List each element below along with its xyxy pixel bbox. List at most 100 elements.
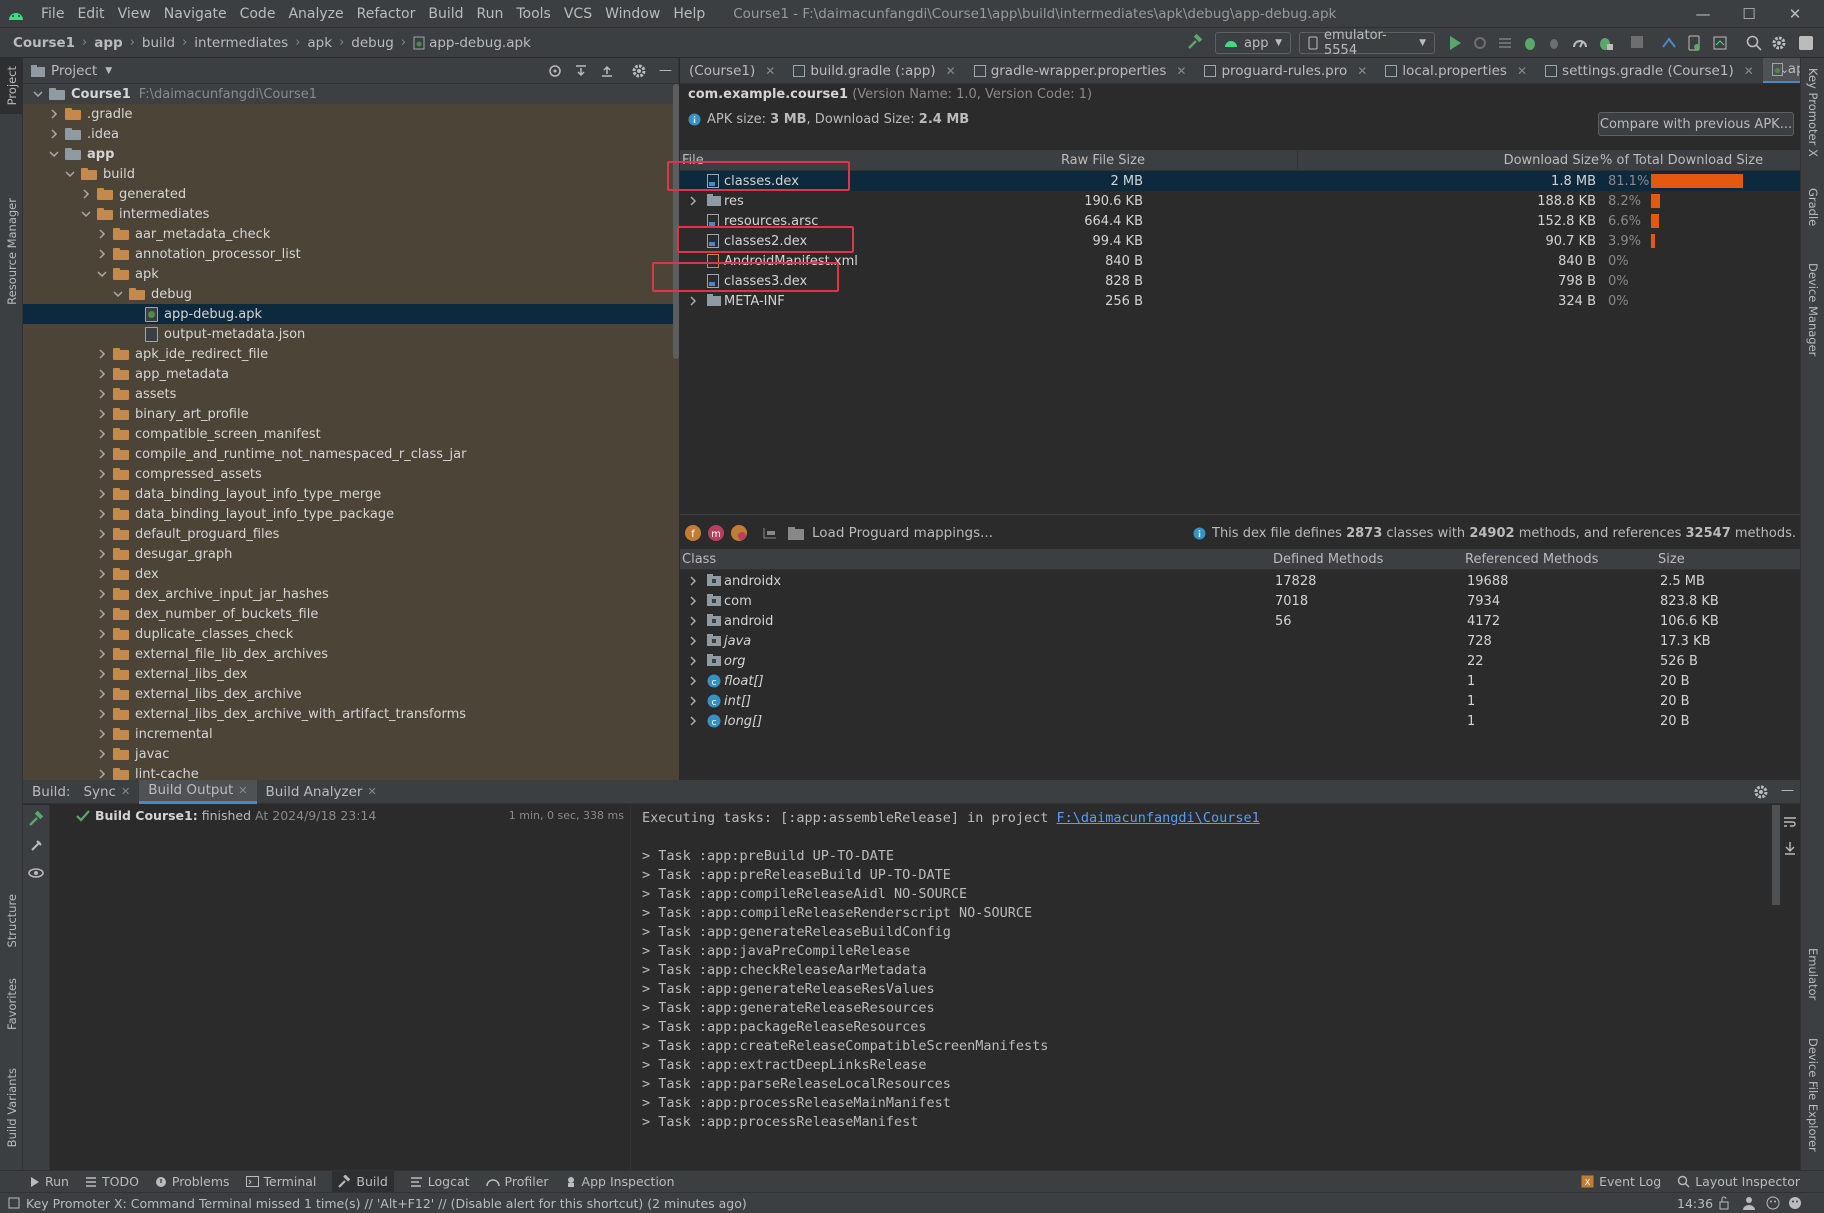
run-config-select[interactable]: app ▼ [1215,32,1291,54]
chevron-down-icon[interactable] [79,207,93,221]
bottom-tool-event-log[interactable]: X Event Log [1581,1174,1661,1189]
compare-apk-button[interactable]: Compare with previous APK... [1598,112,1794,136]
col-percent[interactable]: % of Total Download Size [1600,153,1763,168]
class-row-androidx[interactable]: androidx 17828 19688 2.5 MB [680,571,1800,591]
tab-course1[interactable]: (Course1) ✕ [680,58,784,83]
menu-vcs[interactable]: VCS [564,6,592,22]
build-tab-build-analyzer[interactable]: Build Analyzer ✕ [257,780,386,804]
chevron-right-icon[interactable] [95,607,109,621]
chevron-right-icon[interactable] [688,196,698,206]
tool-device-manager[interactable]: Device Manager [1806,263,1820,356]
close-tab-icon[interactable]: ✕ [1176,64,1186,78]
tool-device-file-explorer[interactable]: Device File Explorer [1806,1038,1820,1152]
chevron-right-icon[interactable] [688,616,698,626]
chevron-right-icon[interactable] [95,567,109,581]
debug-icon[interactable] [1522,35,1538,51]
bottom-tool-problems[interactable]: Problems [155,1174,230,1189]
tab-gradle-wrapper-properties[interactable]: gradle-wrapper.properties ✕ [965,58,1196,83]
menu-edit[interactable]: Edit [77,6,104,22]
chevron-right-icon[interactable] [95,647,109,661]
chevron-right-icon[interactable] [688,296,698,306]
build-tab-sync[interactable]: Sync ✕ [74,780,139,804]
breadcrumb-apk[interactable]: apk [307,35,332,51]
breadcrumb-apk-file[interactable]: app-debug.apk [429,35,531,51]
device-select[interactable]: emulator-5554 ▼ [1299,28,1435,58]
chevron-right-icon[interactable] [688,656,698,666]
tree-item-idea[interactable]: .idea [23,124,679,144]
file-row-classes3-dex[interactable]: classes3.dex 828 B 798 B 0% [680,271,1800,291]
file-row-androidmanifest-xml[interactable]: AndroidManifest.xml 840 B 840 B 0% [680,251,1800,271]
build-settings-gear-icon[interactable] [1753,784,1769,800]
tree-item-assets[interactable]: assets [23,384,679,404]
breadcrumb-app[interactable]: app [94,35,122,51]
show-removed-icon[interactable] [762,526,778,540]
tool-resource-manager[interactable]: Resource Manager [5,198,19,305]
tab-build-gradle-app[interactable]: build.gradle (:app) ✕ [784,58,964,83]
status-message[interactable]: Key Promoter X: Command Terminal missed … [26,1196,747,1211]
bottom-tool-todo[interactable]: TODO [85,1174,139,1189]
sdk-manager-icon[interactable] [1712,35,1728,51]
chevron-right-icon[interactable] [95,227,109,241]
class-row-long[interactable]: c long[] 1 20 B [680,711,1800,731]
tree-item-aar-metadata-check[interactable]: aar_metadata_check [23,224,679,244]
bottom-tool-layout-inspector[interactable]: Layout Inspector [1677,1174,1800,1189]
tree-item-duplicate-classes-check[interactable]: duplicate_classes_check [23,624,679,644]
chevron-down-icon[interactable]: ▼ [105,66,112,76]
stop-icon[interactable] [1630,35,1644,49]
tree-item-binary-art-profile[interactable]: binary_art_profile [23,404,679,424]
tree-item-compile-and-runtime-not-namespaced-r-class-jar[interactable]: compile_and_runtime_not_namespaced_r_cla… [23,444,679,464]
chevron-down-icon[interactable] [63,167,77,181]
chevron-right-icon[interactable] [95,467,109,481]
device-manager-icon[interactable] [1687,35,1701,51]
hide-build-panel-icon[interactable]: — [1781,783,1794,798]
menu-navigate[interactable]: Navigate [164,6,227,22]
tree-item-annotation-processor-list[interactable]: annotation_processor_list [23,244,679,264]
filter-references-icon[interactable] [730,524,748,542]
chevron-right-icon[interactable] [688,696,698,706]
tree-item-app-metadata[interactable]: app_metadata [23,364,679,384]
col-class[interactable]: Class [682,552,716,567]
tree-item-external-libs-dex-archive-with-artifact-transforms[interactable]: external_libs_dex_archive_with_artifact_… [23,704,679,724]
filter-methods-icon[interactable]: m [707,524,725,542]
search-icon[interactable] [1746,35,1762,51]
lock-icon[interactable] [1718,1196,1730,1210]
chevron-right-icon[interactable] [95,507,109,521]
class-row-android[interactable]: android 56 4172 106.6 KB [680,611,1800,631]
menu-refactor[interactable]: Refactor [357,6,416,22]
tree-item-data-binding-layout-info-type-package[interactable]: data_binding_layout_info_type_package [23,504,679,524]
chevron-right-icon[interactable] [95,547,109,561]
chevron-right-icon[interactable] [95,387,109,401]
chevron-right-icon[interactable] [95,347,109,361]
menu-view[interactable]: View [118,6,151,22]
bottom-tool-run[interactable]: Run [30,1174,69,1189]
bottom-tool-logcat[interactable]: Logcat [410,1174,470,1189]
chevron-right-icon[interactable] [95,527,109,541]
chevron-right-icon[interactable] [688,596,698,606]
hide-panel-icon[interactable]: — [659,63,672,78]
load-proguard-mappings-link[interactable]: Load Proguard mappings... [812,525,993,541]
close-tab-icon[interactable]: ✕ [765,64,775,78]
bottom-tool-app-inspection[interactable]: App Inspection [565,1174,675,1189]
tree-item-gradle[interactable]: .gradle [23,104,679,124]
menu-help[interactable]: Help [673,6,705,22]
tree-item-lint-cache[interactable]: lint-cache [23,764,679,780]
tab-local-properties[interactable]: local.properties ✕ [1376,58,1536,83]
breadcrumb-intermediates[interactable]: intermediates [194,35,288,51]
menu-code[interactable]: Code [240,6,276,22]
apply-changes-icon[interactable] [1497,35,1513,51]
chevron-right-icon[interactable] [95,687,109,701]
tool-gradle[interactable]: Gradle [1806,188,1820,226]
tree-item-default-proguard-files[interactable]: default_proguard_files [23,524,679,544]
tool-favorites[interactable]: Favorites [5,978,19,1030]
tab-settings-gradle-course1[interactable]: settings.gradle (Course1) ✕ [1536,58,1763,83]
tree-item-external-libs-dex-archive[interactable]: external_libs_dex_archive [23,684,679,704]
person-icon[interactable] [1742,1196,1756,1210]
class-row-com[interactable]: com 7018 7934 823.8 KB [680,591,1800,611]
tree-item-compressed-assets[interactable]: compressed_assets [23,464,679,484]
col-referenced-methods[interactable]: Referenced Methods [1465,552,1598,567]
close-tab-icon[interactable]: ✕ [367,785,376,798]
build-hammer-icon[interactable] [1186,33,1204,51]
close-tab-icon[interactable]: ✕ [1744,64,1754,78]
expand-all-icon[interactable] [573,63,589,79]
menu-analyze[interactable]: Analyze [288,6,343,22]
